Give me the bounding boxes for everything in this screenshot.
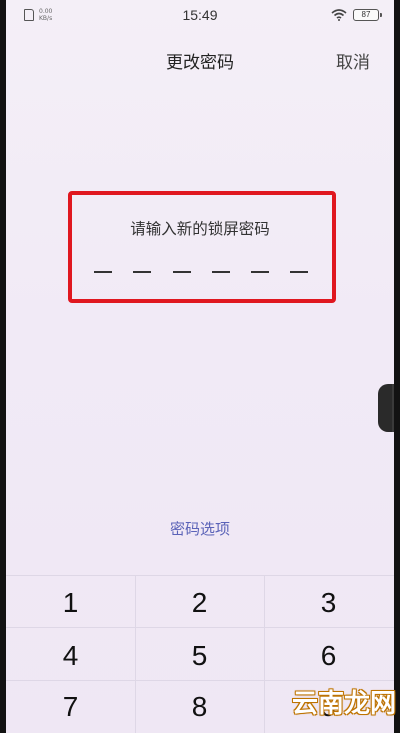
key-4[interactable]: 4 (6, 630, 135, 682)
side-edge-handle[interactable] (378, 384, 394, 432)
key-2[interactable]: 2 (135, 577, 264, 629)
key-8[interactable]: 8 (135, 681, 264, 733)
cancel-button[interactable]: 取消 (336, 48, 382, 73)
phone-frame: 0.00 KB/s 15:49 87 更改密码 取消 请输入新的锁屏密码 密码选… (0, 0, 400, 733)
pin-slot (133, 271, 151, 273)
key-7[interactable]: 7 (6, 681, 135, 733)
key-1[interactable]: 1 (6, 577, 135, 629)
password-options-link[interactable]: 密码选项 (0, 518, 400, 539)
pin-slot (94, 271, 112, 273)
watermark-logo: 云南龙网 (291, 689, 396, 719)
key-3[interactable]: 3 (264, 577, 393, 629)
key-6[interactable]: 6 (264, 630, 393, 682)
keypad-divider (6, 575, 394, 576)
pin-slot (212, 271, 230, 273)
wifi-icon (331, 9, 347, 21)
pin-slot (173, 271, 191, 273)
key-5[interactable]: 5 (135, 630, 264, 682)
pin-slot (251, 271, 269, 273)
password-prompt: 请输入新的锁屏密码 (130, 220, 270, 238)
battery-icon: 87 (353, 9, 382, 21)
highlight-box (68, 191, 336, 303)
pin-input-slots[interactable] (90, 271, 310, 275)
pin-slot (290, 271, 308, 273)
status-bar: 0.00 KB/s 15:49 87 (6, 0, 394, 34)
